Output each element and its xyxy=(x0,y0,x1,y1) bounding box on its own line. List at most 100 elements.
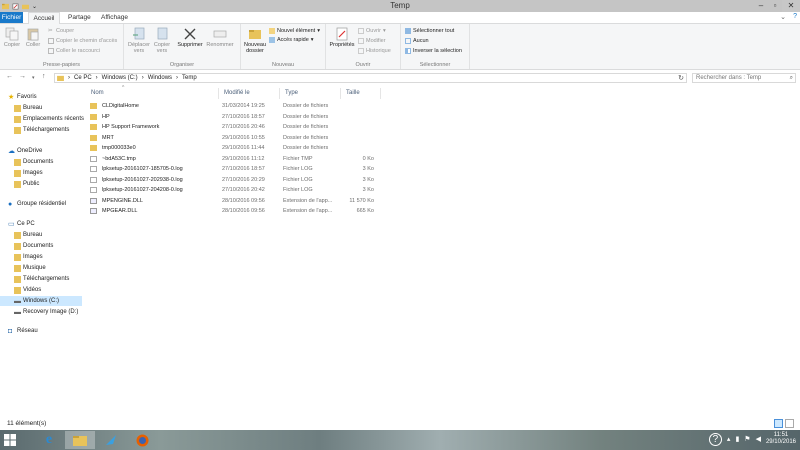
paste-label: Coller xyxy=(25,42,41,48)
breadcrumb-windows[interactable]: Windows xyxy=(148,75,172,81)
help-tray-icon[interactable]: ? xyxy=(708,432,722,446)
open-button[interactable]: Ouvrir ▾ xyxy=(358,27,386,35)
tab-share[interactable]: Partage xyxy=(62,12,97,23)
large-icons-view-button[interactable] xyxy=(785,419,794,428)
refresh-icon[interactable]: ↻ xyxy=(678,74,684,82)
breadcrumb-drive-c[interactable]: Windows (C:) xyxy=(102,75,138,81)
network-tray-icon[interactable]: ▮ xyxy=(735,435,739,443)
volume-tray-icon[interactable]: ◀ xyxy=(756,435,761,443)
column-header-size[interactable]: Taille xyxy=(341,88,381,99)
file-row[interactable]: tmp000033e0 29/10/2016 11:44 Dossier de fi… xyxy=(86,143,386,153)
column-header-type[interactable]: Type xyxy=(280,88,341,99)
forward-arrow-icon[interactable]: → xyxy=(19,73,26,80)
file-row[interactable]: lpksetup-20161027-204208-0.log 27/10/2016… xyxy=(86,185,386,195)
show-hidden-icons-icon[interactable]: ▴ xyxy=(727,435,731,443)
delete-button[interactable]: Supprimer xyxy=(176,27,204,48)
sidebar-item[interactable]: Téléchargements xyxy=(14,274,69,284)
breadcrumb-this-pc[interactable]: Ce PC xyxy=(74,75,92,81)
sidebar-item[interactable]: ▭ Ce PC xyxy=(8,219,35,229)
taskbar-clock[interactable]: 11:51 29/10/2016 xyxy=(766,432,796,446)
up-arrow-icon[interactable]: ↑ xyxy=(42,73,46,80)
file-row[interactable]: MPGEAR.DLL 28/10/2016 09:56 Extension de l… xyxy=(86,206,386,216)
ribbon-tabs: Fichier Accueil Partage Affichage ⌄ ? xyxy=(0,12,800,24)
taskbar-internet-explorer[interactable]: e xyxy=(34,431,64,449)
file-row[interactable]: lpksetup-20161027-185705-0.log 27/10/2016… xyxy=(86,164,386,174)
music-icon xyxy=(14,264,21,272)
properties-button[interactable]: Propriétés xyxy=(328,27,356,48)
sidebar-item[interactable]: Public xyxy=(14,179,39,189)
search-input[interactable]: Rechercher dans : Temp ⌕ xyxy=(692,73,796,83)
column-header-modified[interactable]: Modifié le xyxy=(219,88,280,99)
taskbar-pinned-app[interactable] xyxy=(96,431,126,449)
sidebar-item[interactable]: Téléchargements xyxy=(14,125,69,135)
sidebar-item[interactable]: Images xyxy=(14,252,43,262)
paste-shortcut-button[interactable]: Coller le raccourci xyxy=(48,47,100,55)
taskbar-file-explorer[interactable] xyxy=(65,431,95,449)
recent-locations-chevron-icon[interactable]: ▾ xyxy=(32,75,35,81)
cut-button[interactable]: ✂ Couper xyxy=(48,27,74,35)
invert-selection-button[interactable]: Inverser la sélection xyxy=(405,47,462,55)
dll-file-icon xyxy=(90,208,97,214)
sidebar-item[interactable]: ▬ Recovery Image (D:) xyxy=(14,307,78,317)
ribbon-expand-chevron-icon[interactable]: ⌄ xyxy=(780,13,786,21)
address-bar[interactable]: › Ce PC › Windows (C:) › Windows › Temp … xyxy=(54,73,687,83)
pinned-app-icon xyxy=(106,435,116,445)
flag-tray-icon[interactable]: ⚑ xyxy=(744,435,750,443)
folder-icon xyxy=(90,103,97,109)
sidebar-item[interactable]: Bureau xyxy=(14,103,42,113)
file-type: Fichier LOG xyxy=(283,166,313,172)
documents-icon xyxy=(14,242,21,250)
column-header-name[interactable]: Nom xyxy=(86,88,219,99)
sidebar-item-label: Recovery Image (D:) xyxy=(23,309,79,315)
file-row[interactable]: ~bdA53C.tmp 29/10/2016 11:12 Fichier TMP 0 … xyxy=(86,154,386,164)
move-to-button[interactable]: Déplacer vers xyxy=(128,27,150,54)
file-row[interactable]: lpksetup-20161027-202938-0.log 27/10/2016… xyxy=(86,175,386,185)
file-row[interactable]: MPENGINE.DLL 28/10/2016 09:56 Extension de… xyxy=(86,196,386,206)
tab-home[interactable]: Accueil xyxy=(28,12,60,24)
sidebar-item-label: Téléchargements xyxy=(23,127,70,133)
file-row[interactable]: MRT 29/10/2016 10:55 Dossier de fichiers xyxy=(86,133,386,143)
new-folder-button[interactable]: Nouveau dossier xyxy=(243,27,267,54)
windows-start-icon[interactable] xyxy=(3,433,17,447)
copy-to-button[interactable]: Copier vers xyxy=(152,27,172,54)
sidebar-item[interactable]: Images xyxy=(14,168,43,178)
sidebar-item[interactable]: Documents xyxy=(14,241,53,251)
file-type: Fichier LOG xyxy=(283,187,313,193)
select-all-button[interactable]: Sélectionner tout xyxy=(405,27,454,35)
paste-button[interactable]: Coller xyxy=(24,27,42,48)
tab-file[interactable]: Fichier xyxy=(0,12,23,23)
tab-view[interactable]: Affichage xyxy=(95,12,134,23)
sidebar-item[interactable]: ☁ OneDrive xyxy=(8,146,42,156)
sidebar-item[interactable]: Bureau xyxy=(14,230,42,240)
history-button[interactable]: Historique xyxy=(358,47,391,55)
edit-icon xyxy=(358,38,364,44)
sidebar-item[interactable]: ● Groupe résidentiel xyxy=(8,199,66,209)
edit-button[interactable]: Modifier xyxy=(358,37,386,45)
sidebar-item[interactable]: Emplacements récents xyxy=(14,114,84,124)
select-none-button[interactable]: Aucun xyxy=(405,37,429,45)
sidebar-item[interactable]: Documents xyxy=(14,157,53,167)
easy-access-button[interactable]: Accès rapide ▾ xyxy=(269,36,314,44)
back-arrow-icon[interactable]: ← xyxy=(6,73,13,80)
sidebar-item[interactable]: Musique xyxy=(14,263,46,273)
select-all-icon xyxy=(405,28,411,34)
maximize-button[interactable]: ▫ xyxy=(768,0,782,12)
help-icon[interactable]: ? xyxy=(793,13,797,20)
file-row[interactable]: CLDigitalHome 31/03/2014 19:25 Dossier de … xyxy=(86,101,386,111)
sidebar-item[interactable]: ▬ Windows (C:) xyxy=(0,296,82,306)
details-view-button[interactable] xyxy=(774,419,783,428)
minimize-button[interactable]: – xyxy=(754,0,768,12)
copy-button[interactable]: Copier xyxy=(3,27,21,48)
sidebar-item[interactable]: ★ Favoris xyxy=(8,92,37,102)
taskbar-firefox[interactable] xyxy=(127,431,157,449)
rename-button[interactable]: Renommer xyxy=(206,27,234,48)
copy-path-button[interactable]: Copier le chemin d'accès xyxy=(48,37,117,45)
close-button[interactable]: ✕ xyxy=(782,0,800,12)
new-item-button[interactable]: Nouvel élément ▾ xyxy=(269,27,320,35)
sidebar-item[interactable]: Vidéos xyxy=(14,285,41,295)
file-row[interactable]: HP 27/10/2016 18:57 Dossier de fichiers xyxy=(86,112,386,122)
file-row[interactable]: HP Support Framework 27/10/2016 20:46 Doss… xyxy=(86,122,386,132)
breadcrumb-temp[interactable]: Temp xyxy=(182,75,197,81)
sidebar-item[interactable]: ◘ Réseau xyxy=(8,326,38,336)
window-title: Temp xyxy=(390,1,410,10)
